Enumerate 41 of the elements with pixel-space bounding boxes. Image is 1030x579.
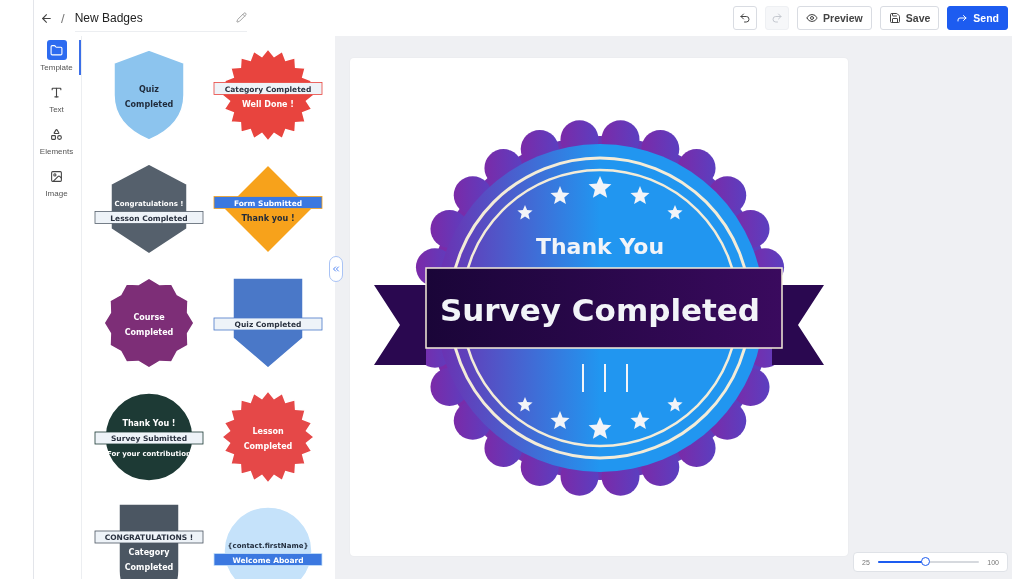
title-field[interactable]: New Badges <box>74 4 247 32</box>
edit-icon[interactable] <box>235 12 247 23</box>
slider-thumb[interactable] <box>920 557 930 566</box>
elements-icon <box>50 127 63 141</box>
badge-text: Thank you ! <box>241 213 295 223</box>
undo-button[interactable] <box>733 6 758 30</box>
redo-icon <box>771 12 784 24</box>
sidebar-tab[interactable]: Template <box>34 40 81 75</box>
text-icon <box>50 85 63 99</box>
badge-text: Completed <box>243 441 293 451</box>
badge-title: Survey Completed <box>439 292 761 328</box>
badge-text: Completed <box>124 99 174 109</box>
badge-text: Well Done ! <box>241 99 294 109</box>
badge-text: Thank You ! <box>122 419 176 428</box>
preview-icon <box>806 12 819 24</box>
template-icon <box>50 43 63 57</box>
chevrons-left-icon <box>331 264 341 274</box>
sidebar-tab[interactable]: Elements <box>34 124 81 159</box>
sidebar-tab[interactable]: Text <box>34 82 81 117</box>
badge-text: Quiz <box>139 84 160 94</box>
badge-text: Category <box>128 548 170 557</box>
badge-template[interactable]: Course Completed <box>93 273 206 373</box>
badge-text: Completed <box>124 563 174 572</box>
badge-template[interactable]: Lesson Completed <box>211 387 324 487</box>
undo-icon <box>739 12 752 24</box>
badge-text: Completed <box>124 327 174 337</box>
sidebar-tab[interactable]: Image <box>34 166 81 201</box>
badge-text: Course <box>133 312 165 322</box>
send-button[interactable]: Send <box>947 6 1008 30</box>
save-button[interactable]: Save <box>879 6 940 30</box>
collapse-button[interactable] <box>329 256 343 282</box>
preview-button[interactable]: Preview <box>797 6 872 30</box>
badge-text: Lesson <box>252 426 284 436</box>
breadcrumb-separator: / <box>61 10 65 26</box>
send-icon <box>956 12 969 24</box>
image-icon <box>50 169 63 183</box>
divider-lines <box>582 363 628 393</box>
back-icon[interactable] <box>40 11 53 25</box>
save-icon <box>888 12 901 24</box>
badge-subtitle: Thank You <box>535 234 665 259</box>
badge-template[interactable]: Quiz Completed <box>93 45 206 145</box>
